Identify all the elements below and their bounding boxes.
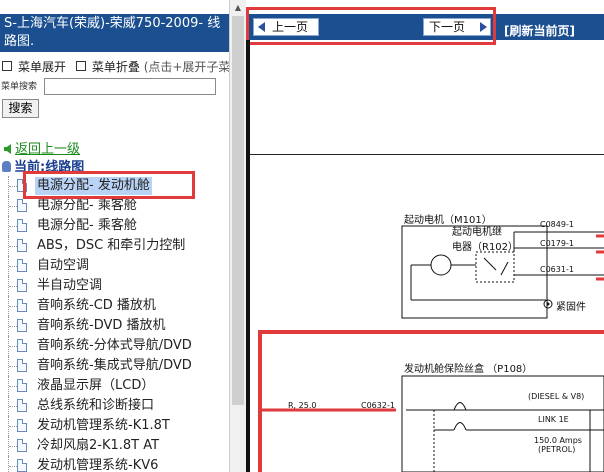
petrol-label: (PETROL) (538, 445, 576, 454)
link-label: LINK 1E (538, 415, 569, 424)
scroll-up-icon[interactable]: ▲ (232, 2, 244, 14)
menu-collapse-link[interactable]: 菜单折叠 (92, 60, 140, 74)
search-input[interactable] (44, 78, 216, 95)
tree-item[interactable]: 发动机管理系统-KV6 (0, 456, 229, 472)
document-icon (17, 199, 27, 212)
tree-item-label[interactable]: 音响系统-分体式导航/DVD (37, 337, 192, 355)
wire-label: R, 25.0 (288, 401, 317, 410)
tree-item-label[interactable]: 冷却风扇2-K1.8T AT (37, 437, 159, 455)
tree-item[interactable]: 自动空调 (0, 256, 229, 276)
relay-label-line1: 起动电机继 (452, 227, 502, 238)
scroll-thumb[interactable] (232, 16, 244, 405)
back-link[interactable]: 返回上一级 (4, 138, 80, 157)
back-arrow-icon (4, 144, 11, 154)
left-menu-panel: S-上海汽车(荣威)-荣威750-2009- 线路图. 菜单展开 菜单折叠 (点… (0, 0, 229, 472)
tree-item-label[interactable]: 液晶显示屏（LCD） (37, 377, 154, 395)
left-panel-scrollbar[interactable]: ▲ (229, 0, 246, 472)
diesel-label: (DIESEL & V8) (528, 392, 585, 401)
tree-item[interactable]: ABS，DSC 和牵引力控制 (0, 236, 229, 256)
tree-item[interactable]: 音响系统-DVD 播放机 (0, 316, 229, 336)
tree-item-label[interactable]: 音响系统-DVD 播放机 (37, 317, 166, 335)
relay-label-line2: 电器（R102） (452, 242, 519, 253)
fastener-label: 紧固件 (556, 302, 586, 313)
panel-title: S-上海汽车(荣威)-荣威750-2009- 线路图. (0, 14, 229, 52)
tree-item-label[interactable]: 电源分配- 乘客舱 (37, 197, 137, 215)
connector-label: C0631-1 (540, 265, 574, 274)
document-icon (17, 239, 27, 252)
tree-item-label[interactable]: 发动机管理系统-K1.8T (37, 417, 170, 435)
tree-item[interactable]: 液晶显示屏（LCD） (0, 376, 229, 396)
document-icon (17, 259, 27, 272)
tree-item[interactable]: 发动机管理系统-K1.8T (0, 416, 229, 436)
content-panel: 上一页 下一页 [刷新当前页] 起动电机（M101） 起动电机继 电器（R102… (246, 0, 604, 472)
back-link-text[interactable]: 返回上一级 (15, 142, 80, 157)
tree-item-label[interactable]: 音响系统-CD 播放机 (37, 297, 156, 315)
tree-item[interactable]: 总线系统和诊断接口 (0, 396, 229, 416)
menu-tree: 电源分配- 发动机舱 电源分配- 乘客舱 电源分配- 乘客舱 ABS，DSC 和… (0, 176, 229, 472)
connector-label: C0849-1 (540, 220, 574, 229)
document-icon (17, 279, 27, 292)
menu-toggle-row: 菜单展开 菜单折叠 (点击+展开子菜 (2, 58, 229, 75)
document-icon (17, 459, 27, 472)
expand-checkbox-icon[interactable] (2, 61, 12, 71)
collapse-checkbox-icon[interactable] (75, 61, 86, 71)
menu-hint: (点击+展开子菜 (143, 60, 229, 74)
search-button[interactable]: 搜索 (2, 99, 39, 118)
tree-item[interactable]: 音响系统-分体式导航/DVD (0, 336, 229, 356)
document-icon (17, 299, 27, 312)
fusebox-label: 发动机舱保险丝盒 （P108） (404, 364, 533, 375)
tree-item[interactable]: 音响系统-CD 播放机 (0, 296, 229, 316)
menu-expand-link[interactable]: 菜单展开 (18, 60, 66, 74)
tree-item[interactable]: 电源分配- 乘客舱 (0, 196, 229, 216)
connector-label: C0632-1 (361, 401, 395, 410)
tree-item[interactable]: 冷却风扇2-K1.8T AT (0, 436, 229, 456)
document-icon (17, 419, 27, 432)
document-icon (17, 399, 27, 412)
search-label: 菜单搜索 (1, 82, 38, 92)
document-icon (17, 439, 27, 452)
tree-item-label[interactable]: 电源分配- 乘客舱 (37, 217, 137, 235)
amps-label: 150.0 Amps (534, 436, 582, 445)
document-icon (17, 219, 27, 232)
document-icon (17, 339, 27, 352)
tree-item-label[interactable]: 音响系统-集成式导航/DVD (37, 357, 192, 375)
tree-item[interactable]: 电源分配- 乘客舱 (0, 216, 229, 236)
tree-item[interactable]: 音响系统-集成式导航/DVD (0, 356, 229, 376)
tree-item-label[interactable]: 总线系统和诊断接口 (37, 397, 154, 415)
document-icon (17, 359, 27, 372)
red-highlight-box (23, 171, 195, 199)
tree-item-label[interactable]: ABS，DSC 和牵引力控制 (37, 237, 185, 255)
tree-item[interactable]: 半自动空调 (0, 276, 229, 296)
connector-label: C0179-1 (540, 239, 574, 248)
tree-item-label[interactable]: 发动机管理系统-KV6 (37, 457, 158, 472)
folder-node-icon (2, 161, 11, 172)
tree-item-label[interactable]: 半自动空调 (37, 277, 102, 295)
tree-item-label[interactable]: 自动空调 (37, 257, 89, 275)
document-icon (17, 319, 27, 332)
document-icon (17, 379, 27, 392)
